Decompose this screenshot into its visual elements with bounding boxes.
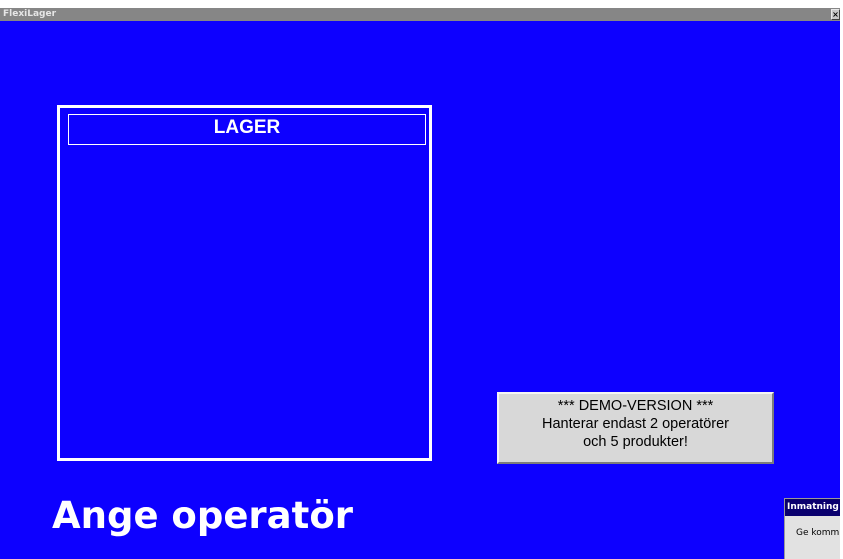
window-title: FlexiLager <box>3 9 57 19</box>
input-dialog[interactable]: Inmatning Ge komm <box>784 498 840 559</box>
dialog-title[interactable]: Inmatning <box>785 499 840 516</box>
lager-panel: LAGER <box>57 105 432 461</box>
app-window: FlexiLager × LAGER *** DEMO-VERSION *** … <box>0 0 843 559</box>
demo-notice-line-2: Hanterar endast 2 operatörer <box>542 416 729 432</box>
demo-notice-line-1: *** DEMO-VERSION *** <box>557 398 714 414</box>
close-icon[interactable]: × <box>831 9 840 20</box>
demo-notice-line-3: och 5 produkter! <box>583 434 688 450</box>
main-area: LAGER *** DEMO-VERSION *** Hanterar enda… <box>0 21 840 559</box>
dialog-message: Ge komm <box>796 528 840 538</box>
demo-notice: *** DEMO-VERSION *** Hanterar endast 2 o… <box>497 392 774 464</box>
operator-prompt: Ange operatör <box>52 494 354 537</box>
lager-panel-title: LAGER <box>68 114 426 145</box>
title-bar[interactable]: FlexiLager × <box>0 8 840 21</box>
